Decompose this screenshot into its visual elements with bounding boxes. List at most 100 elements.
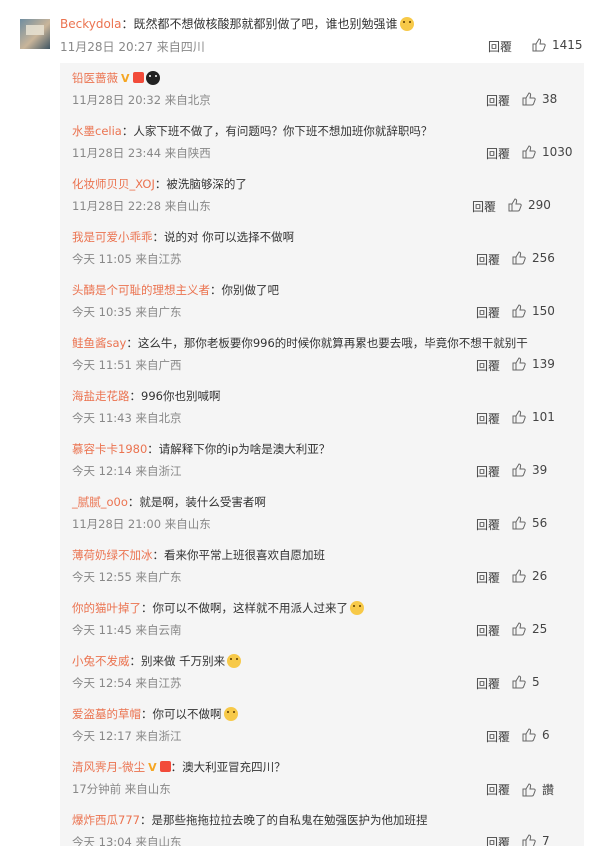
- reply-button[interactable]: 回覆: [486, 834, 510, 846]
- vip-badge: V: [148, 761, 157, 774]
- like-count: 56: [532, 516, 548, 530]
- reply-button[interactable]: 回覆: [476, 304, 500, 321]
- like-count: 5: [532, 675, 540, 689]
- reply-row: 头醻是个可耻的理想主义者：你别做了吧今天 10:35 来自广东 回覆 150: [60, 275, 584, 328]
- like-count: 7: [542, 834, 550, 846]
- avatar[interactable]: [20, 19, 50, 49]
- username-link[interactable]: 薄荷奶绿不加冰: [72, 548, 153, 562]
- reply-button[interactable]: 回覆: [476, 675, 500, 692]
- like-count: 讚: [542, 783, 555, 797]
- reply-row: 你的猫叶掉了：你可以不做啊，这样就不用派人过来了 今天 11:45 来自云南 回覆 2…: [60, 593, 584, 646]
- username-link[interactable]: 你的猫叶掉了: [72, 601, 141, 615]
- like-button[interactable]: 5: [512, 675, 540, 689]
- reply-row: 爱盗墓的草帽：你可以不做啊 今天 12:17 来自浙江 回覆 6: [60, 699, 584, 752]
- emoji-icon: [227, 654, 242, 668]
- reply-button[interactable]: 回覆: [476, 251, 500, 268]
- like-button[interactable]: 1030: [522, 145, 573, 159]
- reply-button[interactable]: 回覆: [476, 410, 500, 427]
- comment-meta: 11月28日 20:27 来自四川: [60, 40, 205, 54]
- username-link[interactable]: 慕容卡卡1980: [72, 442, 147, 456]
- username-link[interactable]: 我是可爱小乖乖: [72, 230, 153, 244]
- reply-text: 你的猫叶掉了：你可以不做啊，这样就不用派人过来了: [72, 600, 364, 616]
- comment-body: ：既然都不想做核酸那就都别做了吧，谁也别勉强谁: [121, 17, 398, 31]
- like-button[interactable]: 101: [512, 410, 555, 424]
- reply-text: 水墨celia：人家下班不做了，有问题吗？你下班不想加班你就辞职吗？: [72, 123, 432, 139]
- thumbs-up-icon: [512, 251, 526, 265]
- reply-row: 小兔不发威：别来做 千万别来今天 12:54 来自江苏 回覆 5: [60, 646, 584, 699]
- reply-row: 清风霁月-微尘 V ：澳大利亚冒充四川？ 17分钟前 来自山东 回覆 讚: [60, 752, 584, 805]
- reply-button[interactable]: 回覆: [486, 145, 510, 162]
- reply-button[interactable]: 回覆: [488, 38, 512, 55]
- reply-text: 清风霁月-微尘 V ：澳大利亚冒充四川？: [72, 759, 286, 776]
- reply-body: ：你别做了吧: [210, 283, 279, 297]
- reply-meta: 11月28日 21:00 来自山东: [72, 517, 211, 531]
- reply-body: ：996你也别喊啊: [129, 389, 221, 403]
- like-count: 290: [528, 198, 551, 212]
- username-link[interactable]: Beckydola: [60, 17, 121, 31]
- reply-body: ：你可以不做啊: [141, 707, 222, 721]
- like-button[interactable]: 56: [512, 516, 547, 530]
- like-button[interactable]: 26: [512, 569, 547, 583]
- reply-text: 爱盗墓的草帽：你可以不做啊: [72, 706, 238, 722]
- thumbs-up-icon: [512, 569, 526, 583]
- reply-meta: 17分钟前 来自山东: [72, 782, 171, 796]
- username-link[interactable]: 爆炸西瓜777: [72, 813, 140, 827]
- username-link[interactable]: 铅医蔷薇: [72, 71, 118, 85]
- reply-button[interactable]: 回覆: [476, 357, 500, 374]
- username-link[interactable]: 化妆师贝贝_XOJ: [72, 177, 155, 191]
- replies-list: 铅医蔷薇 V 11月28日 20:32 来自北京 回覆 38 水墨celia：人家下班不做…: [60, 63, 584, 846]
- username-link[interactable]: 水墨celia: [72, 124, 122, 138]
- like-button[interactable]: 7: [522, 834, 550, 846]
- like-button[interactable]: 256: [512, 251, 555, 265]
- reply-row: 爆炸西瓜777：是那些拖拖拉拉去晚了的自私鬼在勉强医护为他加班捏 今天 13:04…: [60, 805, 584, 846]
- reply-meta: 今天 11:43 来自北京: [72, 411, 182, 425]
- reply-button[interactable]: 回覆: [486, 728, 510, 745]
- reply-body: ：看来你平常上班很喜欢自愿加班: [152, 548, 326, 562]
- reply-row: 我是可爱小乖乖：说的对 你可以选择不做啊 今天 11:05 来自江苏 回覆 256: [60, 222, 584, 275]
- like-count: 6: [542, 728, 550, 742]
- reply-row: 薄荷奶绿不加冰：看来你平常上班很喜欢自愿加班 今天 12:55 来自广东 回覆 26: [60, 540, 584, 593]
- like-button[interactable]: 25: [512, 622, 547, 636]
- username-link[interactable]: _腻腻_o0o: [72, 495, 128, 509]
- like-count: 38: [542, 92, 558, 106]
- reply-button[interactable]: 回覆: [476, 569, 500, 586]
- reply-button[interactable]: 回覆: [486, 781, 510, 798]
- reply-button[interactable]: 回覆: [476, 516, 500, 533]
- reply-body: ：你可以不做啊，这样就不用派人过来了: [141, 601, 348, 615]
- reply-meta: 今天 13:04 来自山东: [72, 835, 182, 846]
- like-button[interactable]: 39: [512, 463, 547, 477]
- vip-badge: V: [121, 72, 130, 85]
- reply-button[interactable]: 回覆: [486, 92, 510, 109]
- username-link[interactable]: 爱盗墓的草帽: [72, 707, 141, 721]
- reply-body: ：说的对 你可以选择不做啊: [152, 230, 295, 244]
- reply-button[interactable]: 回覆: [476, 622, 500, 639]
- username-link[interactable]: 清风霁月-微尘: [72, 760, 145, 774]
- reply-meta: 今天 12:54 来自江苏: [72, 676, 182, 690]
- like-button[interactable]: 139: [512, 357, 555, 371]
- emoji-icon: [145, 71, 160, 85]
- username-link[interactable]: 小兔不发威: [72, 654, 130, 668]
- like-button[interactable]: 290: [508, 198, 551, 212]
- level-badge-icon: [132, 72, 144, 83]
- top-comment: Beckydola：既然都不想做核酸那就都别做了吧，谁也别勉强谁 11月28日 …: [0, 0, 599, 60]
- reply-button[interactable]: 回覆: [476, 463, 500, 480]
- username-link[interactable]: 头醻是个可耻的理想主义者: [72, 283, 210, 297]
- username-link[interactable]: 鲑鱼酱say: [72, 336, 126, 350]
- like-button[interactable]: 1415: [532, 38, 583, 52]
- like-button[interactable]: 38: [522, 92, 557, 106]
- like-button[interactable]: 讚: [522, 781, 554, 798]
- reply-button[interactable]: 回覆: [472, 198, 496, 215]
- reply-text: 鲑鱼酱say：这么牛，那你老板要你996的时候你就算再累也要去哦，毕竟你不想干就…: [72, 335, 528, 351]
- like-button[interactable]: 6: [522, 728, 550, 742]
- reply-body: ：别来做 千万别来: [129, 654, 226, 668]
- emoji-icon: [223, 707, 238, 721]
- emoji-icon: [399, 17, 414, 31]
- thumbs-up-icon: [512, 357, 526, 371]
- reply-meta: 今天 10:35 来自广东: [72, 305, 182, 319]
- like-count: 150: [532, 304, 555, 318]
- username-link[interactable]: 海盐走花路: [72, 389, 130, 403]
- reply-row: 鲑鱼酱say：这么牛，那你老板要你996的时候你就算再累也要去哦，毕竟你不想干就…: [60, 328, 584, 381]
- reply-meta: 11月28日 23:44 来自陕西: [72, 146, 211, 160]
- emoji-icon: [350, 601, 364, 615]
- like-button[interactable]: 150: [512, 304, 555, 318]
